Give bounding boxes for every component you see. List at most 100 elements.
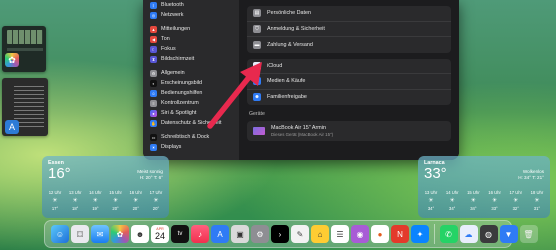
trash-icon[interactable]: 🗑 <box>519 225 538 243</box>
weather-widget-larnaca[interactable]: Larnaca 33° Wolkenlos H: 34° T: 21° 13 U… <box>418 156 550 218</box>
device-name: MacBook Air 15" Armin <box>271 125 326 131</box>
tv-label: tv <box>177 231 183 237</box>
sun-icon: ☀ <box>92 198 99 204</box>
app-store-icon[interactable]: A <box>211 225 229 243</box>
sidebar-item-ton[interactable]: ◀ Ton <box>143 34 239 44</box>
downloads-folder-icon[interactable]: ▼ <box>499 225 518 243</box>
appearance-icon: ◐ <box>150 79 157 87</box>
sidebar-item-label: Fokus <box>161 46 176 52</box>
bell-icon: ▲ <box>150 25 157 33</box>
devices-group: MacBook Air 15" Armin Dieses Gerät (MacB… <box>247 121 451 141</box>
app-store-stage-icon: A <box>5 120 19 134</box>
sidebar-item-label: Siri & Spotlight <box>161 110 197 116</box>
reminders-icon[interactable]: ☰ <box>331 225 349 243</box>
sidebar-item-bluetooth[interactable]: ᛒ Bluetooth <box>143 0 239 10</box>
system-settings-window: ᛒ Bluetooth ◎ Netzwerk ▲ Mitteilungen ◀ … <box>143 0 459 160</box>
sidebar-item-netzwerk[interactable]: ◎ Netzwerk <box>143 10 239 20</box>
device-row-macbook[interactable]: MacBook Air 15" Armin Dieses Gerät (MacB… <box>247 121 451 141</box>
siri-icon: ● <box>150 109 157 117</box>
sidebar-item-schreibtisch[interactable]: ▭ Schreibtisch & Dock <box>143 132 239 142</box>
whatsapp-icon[interactable]: ✆ <box>439 225 458 243</box>
forecast-hour: 13 Uhr ☀ 18° <box>68 190 82 211</box>
forecast-hour: 18 Uhr ☀ 31° <box>530 190 544 211</box>
photos-app-icon: ✿ <box>5 53 19 67</box>
sidebar-item-mitteilungen[interactable]: ▲ Mitteilungen <box>143 24 239 34</box>
home-icon[interactable]: ⌂ <box>311 225 329 243</box>
forecast-hour: 12 Uhr ☀ 17° <box>48 190 62 211</box>
sun-icon: ☀ <box>470 198 477 204</box>
row-medien-kaeufe[interactable]: A Medien & Käufe <box>247 74 451 90</box>
forecast-hour: 17 Uhr ☀ 32° <box>509 190 523 211</box>
camera-icon[interactable]: ◍ <box>479 225 498 243</box>
sidebar-item-label: Schreibtisch & Dock <box>161 134 210 140</box>
sidebar-item-label: Allgemein <box>161 70 185 76</box>
launchpad-icon[interactable]: ⚃ <box>71 225 89 243</box>
photos-icon[interactable]: ✿ <box>111 225 129 243</box>
forecast-hour: 14 Uhr ☀ 34° <box>445 190 459 211</box>
calendar-day: 24 <box>154 231 165 241</box>
globe-icon: ◎ <box>150 11 157 19</box>
devices-section-label: Geräte <box>249 111 265 117</box>
preview-icon[interactable]: ▣ <box>231 225 249 243</box>
forecast-hour: 13 Uhr ☀ 34° <box>424 190 438 211</box>
sidebar-item-label: Netzwerk <box>161 12 184 18</box>
person-card-icon: ▤ <box>253 9 261 18</box>
card-icon: ▬ <box>253 40 261 49</box>
row-zahlung-versand[interactable]: ▬ Zahlung & Versand <box>247 37 451 53</box>
system-settings-icon[interactable]: ⚙ <box>251 225 269 243</box>
finder-icon[interactable]: ☺ <box>51 225 69 243</box>
device-subtitle: Dieses Gerät (MacBook Air 15") <box>271 132 334 137</box>
row-icloud[interactable]: ☁ iCloud <box>247 59 451 74</box>
moon-icon: ☾ <box>150 45 157 53</box>
calendar-icon[interactable]: APR 24 <box>151 225 169 243</box>
hand-icon: ✋ <box>150 119 157 127</box>
account-group-services: ☁ iCloud A Medien & Käufe ☻ Familienfrei… <box>247 58 451 106</box>
bluetooth-icon: ᛒ <box>150 1 157 9</box>
news-icon[interactable]: N <box>391 225 409 243</box>
sidebar-item-label: Bildschirmzeit <box>161 56 195 62</box>
sidebar-item-label: Kontrollzentrum <box>161 100 199 106</box>
weather-hourly-forecast: 12 Uhr ☀ 17° 13 Uhr ☀ 18° 14 Uhr ☀ 19° 15 Uhr ☀… <box>48 189 163 213</box>
account-group-top: ▤ Persönliche Daten ⛉ Anmeldung & Sicher… <box>247 6 451 53</box>
forecast-hour: 15 Uhr ☀ 34° <box>467 190 480 211</box>
apple-tv-icon[interactable]: tv <box>171 225 189 243</box>
safari-icon[interactable]: ✦ <box>411 225 429 243</box>
accessibility-icon: ☺ <box>150 89 157 97</box>
row-anmeldung-sicherheit[interactable]: ⛉ Anmeldung & Sicherheit <box>247 22 451 37</box>
contacts-icon[interactable]: ☻ <box>131 225 149 243</box>
weather-condition-text: Wolkenlos <box>522 169 544 174</box>
weather-condition: Meist sonnig H: 20° T: 6° <box>137 169 163 181</box>
sun-icon: ☀ <box>72 198 78 204</box>
mail-icon[interactable]: ✉ <box>91 225 109 243</box>
sidebar-item-displays[interactable]: ☀ Displays <box>143 142 239 152</box>
podcasts-icon[interactable]: ◉ <box>351 225 369 243</box>
music-icon[interactable]: ♪ <box>191 225 209 243</box>
forecast-hour: 16 Uhr ☀ 20° <box>129 190 143 211</box>
sun-icon: ☀ <box>428 198 434 204</box>
weather-hourly-forecast: 13 Uhr ☀ 34° 14 Uhr ☀ 34° 15 Uhr ☀ 34° 16 Uhr ☀… <box>424 189 544 213</box>
sun-icon: ☀ <box>153 198 159 204</box>
sidebar-item-label: Bedienungshilfen <box>161 90 203 96</box>
weather-high-low: H: 34° T: 21° <box>518 174 544 180</box>
row-familienfreigabe[interactable]: ☻ Familienfreigabe <box>247 90 451 106</box>
sidebar-item-label: Displays <box>161 144 182 150</box>
hourglass-icon: ⧗ <box>150 55 157 63</box>
textedit-icon[interactable]: ✎ <box>291 225 309 243</box>
row-label: Persönliche Daten <box>267 10 312 17</box>
sidebar-item-fokus[interactable]: ☾ Fokus <box>143 44 239 54</box>
forecast-hour: 14 Uhr ☀ 19° <box>89 190 102 211</box>
dock-icon: ▭ <box>150 133 157 141</box>
forecast-hour: 17 Uhr ☀ 20° <box>149 190 163 211</box>
gear-icon: ⚙ <box>150 69 157 77</box>
weather-widget-essen[interactable]: Essen 16° Meist sonnig H: 20° T: 6° 12 U… <box>42 156 169 218</box>
sun-icon: ☀ <box>133 198 139 204</box>
row-label: Anmeldung & Sicherheit <box>267 25 325 32</box>
firefox-icon[interactable]: ● <box>371 225 389 243</box>
icloud-drive-icon[interactable]: ☁ <box>459 225 478 243</box>
terminal-icon[interactable]: › <box>271 225 289 243</box>
red-arrow-annotation <box>207 62 262 129</box>
row-label: Zahlung & Versand <box>267 41 313 48</box>
row-persoenliche-daten[interactable]: ▤ Persönliche Daten <box>247 6 451 22</box>
sun-icon: ☀ <box>513 198 519 204</box>
sun-icon: ☀ <box>491 198 498 204</box>
